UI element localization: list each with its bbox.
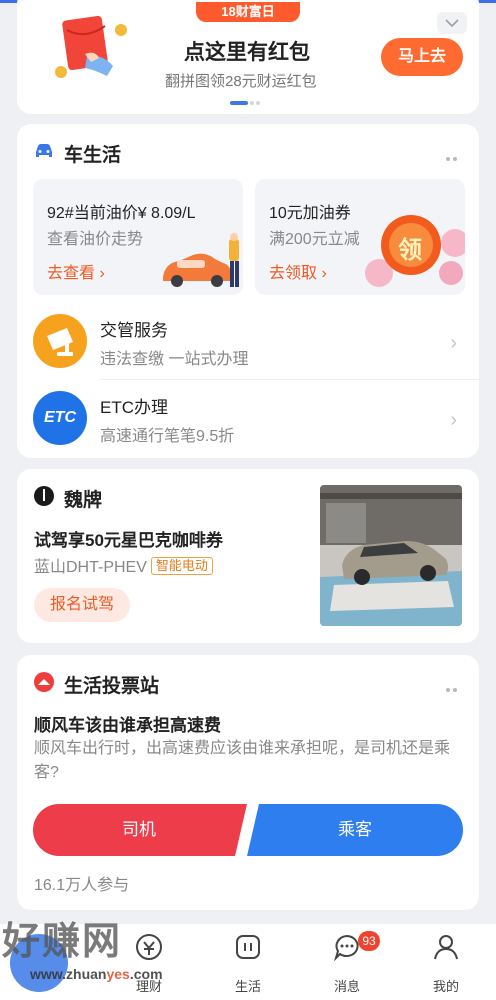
- more-options-button[interactable]: [443, 679, 457, 697]
- chevron-right-icon: ›: [450, 332, 457, 354]
- tab-messages-label: 消息: [333, 979, 360, 994]
- tab-life[interactable]: 生活: [203, 924, 293, 1000]
- etc-service-name: ETC办理: [100, 398, 168, 417]
- fuel-coupon-card[interactable]: 10元加油券 满200元立减 去领取 › 领: [255, 179, 465, 295]
- ad-brand-name: 魏牌: [64, 490, 103, 511]
- traffic-service-icon-bg: [33, 314, 87, 368]
- fuel-price-card[interactable]: 92#当前油价¥ 8.09/L 查看油价走势 去查看 ›: [33, 179, 243, 295]
- vote-driver-button[interactable]: 司机: [49, 804, 229, 856]
- vote-passenger-button[interactable]: 乘客: [265, 804, 445, 856]
- etc-icon: ETC: [33, 391, 87, 445]
- banner-subtitle: 翻拼图领28元财运红包: [165, 73, 317, 90]
- traffic-service-desc: 违法查缴 一站式办理: [100, 351, 249, 368]
- participants-count: 16.1万人参与: [34, 877, 130, 894]
- claim-link[interactable]: 去领取 ›: [269, 259, 327, 283]
- tab-profile[interactable]: 我的: [401, 924, 491, 1000]
- car-life-card: 车生活 92#当前油价¥ 8.09/L 查看油价走势 去查看 › 10元加油券 …: [17, 124, 479, 458]
- vote-icon: [34, 672, 54, 692]
- vote-description: 顺风车出行时，出高速费应该由谁来承担呢，是司机还是乘客?: [34, 740, 451, 781]
- ad-title: 试驾享50元星巴克咖啡券: [34, 531, 223, 550]
- banner-title: 点这里有红包: [184, 41, 310, 64]
- divider: [100, 379, 479, 380]
- test-drive-button[interactable]: 报名试驾: [34, 588, 130, 622]
- tab-life-label: 生活: [234, 979, 261, 994]
- vote-question: 顺风车该由谁承担高速费: [34, 716, 221, 735]
- fuel-price-subtitle: 查看油价走势: [47, 231, 144, 248]
- tab-profile-label: 我的: [432, 979, 459, 994]
- profile-icon: [434, 935, 458, 960]
- car-icon: [36, 144, 52, 157]
- etc-service-desc: 高速通行笔笔9.5折: [100, 428, 235, 445]
- view-link[interactable]: 去查看 ›: [47, 259, 105, 283]
- ad-model-line: 蓝山DHT-PHEV 智能电动: [34, 553, 213, 577]
- fuel-coupon-title: 10元加油券: [269, 205, 351, 222]
- life-vote-card: 生活投票站 顺风车该由谁承担高速费 顺风车出行时，出高速费应该由谁来承担呢，是司…: [17, 655, 479, 910]
- etc-service-row[interactable]: ETC ETC办理 高速通行笔笔9.5折 ›: [17, 381, 479, 457]
- fuel-station-illustration: [163, 233, 239, 287]
- wey-brand-ad-card[interactable]: 魏牌 试驾享50元星巴克咖啡券 蓝山DHT-PHEV 智能电动 报名试驾: [17, 469, 479, 643]
- fuel-price-title: 92#当前油价¥ 8.09/L: [47, 205, 196, 222]
- chevron-down-icon: [445, 19, 459, 28]
- wey-logo-icon: [34, 486, 54, 506]
- finance-icon: [136, 934, 162, 960]
- red-packet-banner[interactable]: 18财富日 点这里有红包 翻拼图领28元财运红包 马上去: [17, 0, 479, 114]
- life-icon: [236, 935, 260, 959]
- vote-options: 司机 乘客: [33, 804, 463, 856]
- traffic-service-row[interactable]: 交管服务 违法查缴 一站式办理 ›: [17, 304, 479, 380]
- watermark-text: 好赚网: [2, 921, 123, 963]
- messages-badge: 93: [358, 931, 380, 951]
- chevron-right-icon: ›: [450, 409, 457, 431]
- go-now-button[interactable]: 马上去: [381, 38, 463, 76]
- vote-title: 生活投票站: [64, 676, 160, 697]
- traffic-service-name: 交管服务: [100, 321, 168, 340]
- more-options-button[interactable]: [443, 148, 457, 166]
- red-envelope-illustration: [55, 16, 127, 78]
- collapse-button[interactable]: [437, 12, 467, 34]
- carousel-indicator: [230, 101, 262, 119]
- camera-icon: [47, 328, 73, 356]
- watermark-url: www.zhuanyes.com: [30, 966, 163, 982]
- message-icon: [333, 934, 359, 962]
- ad-badge: 智能电动: [150, 557, 213, 575]
- car-photo: [320, 485, 462, 626]
- fuel-coupon-subtitle: 满200元立减: [269, 231, 360, 248]
- car-life-title: 车生活: [64, 145, 122, 166]
- claim-coin-text: 领: [398, 237, 422, 264]
- ad-model: 蓝山DHT-PHEV: [34, 559, 147, 576]
- wealth-day-tag: 18财富日: [196, 2, 300, 22]
